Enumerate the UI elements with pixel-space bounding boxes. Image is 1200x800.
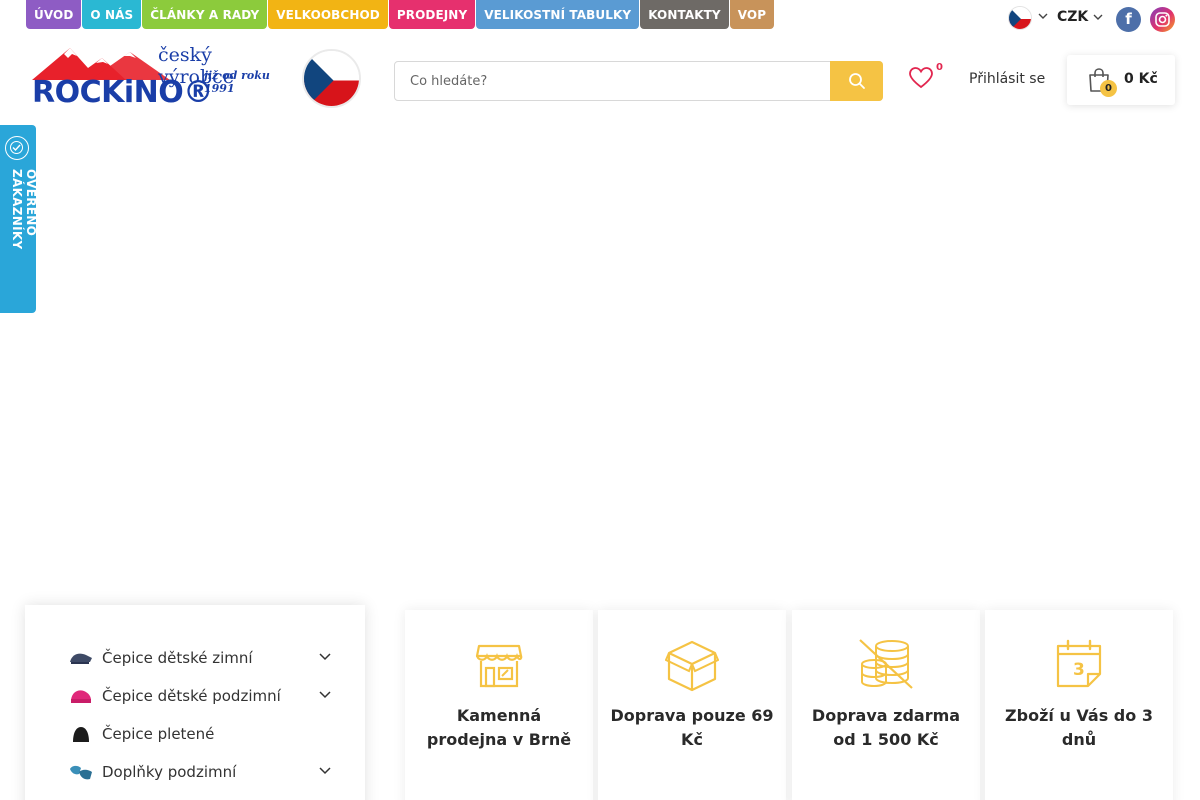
heart-icon bbox=[909, 67, 933, 89]
feature-card: Doprava pouze 69 Kč bbox=[598, 610, 786, 800]
nav-velikostni-tabulky[interactable]: VELIKOSTNÍ TABULKY bbox=[476, 0, 640, 29]
chevron-down-icon[interactable] bbox=[319, 691, 331, 699]
czech-flag-icon bbox=[1008, 6, 1032, 30]
top-navigation: ÚVOD O NÁS ČLÁNKY A RADY VELKOOBCHOD PRO… bbox=[26, 0, 775, 29]
czech-flag-badge bbox=[302, 49, 361, 108]
category-label: Čepice dětské zimní bbox=[102, 649, 253, 667]
cart-button[interactable]: 0 0 Kč bbox=[1067, 55, 1175, 105]
feature-card: 3 Zboží u Vás do 3 dnů bbox=[985, 610, 1173, 800]
login-link[interactable]: Přihlásit se bbox=[969, 71, 1045, 87]
nav-prodejny[interactable]: PRODEJNY bbox=[388, 0, 476, 29]
category-item[interactable]: Doplňky podzimní bbox=[69, 759, 331, 785]
feature-card: Doprava zdarma od 1 500 Kč bbox=[792, 610, 980, 800]
wishlist-count: 0 bbox=[936, 62, 943, 73]
currency-label: CZK bbox=[1057, 9, 1089, 25]
feature-label: Kamenná prodejna v Brně bbox=[426, 706, 572, 749]
nav-o-nas[interactable]: O NÁS bbox=[82, 0, 142, 29]
nav-vop[interactable]: VOP bbox=[729, 0, 775, 29]
feature-label: Zboží u Vás do 3 dnů bbox=[1005, 706, 1153, 749]
search-icon bbox=[848, 73, 865, 89]
knit-hat-icon bbox=[73, 727, 89, 742]
facebook-icon[interactable]: f bbox=[1116, 7, 1141, 32]
category-label: Čepice dětské podzimní bbox=[102, 687, 281, 705]
search-input[interactable] bbox=[395, 62, 831, 100]
search-bar bbox=[394, 61, 883, 101]
chevron-down-icon[interactable] bbox=[319, 653, 331, 661]
category-label: Čepice pletené bbox=[102, 725, 215, 743]
cart-count-badge: 0 bbox=[1100, 80, 1117, 97]
autumn-hat-icon bbox=[71, 690, 91, 703]
language-selector[interactable] bbox=[1008, 6, 1048, 30]
site-logo[interactable]: ROCKiNO® český výrobce již od roku 1991 bbox=[30, 42, 290, 114]
winter-hat-icon bbox=[70, 653, 92, 664]
svg-text:3: 3 bbox=[1073, 660, 1085, 680]
chevron-down-icon bbox=[1038, 13, 1048, 23]
store-icon bbox=[475, 644, 523, 688]
accessories-icon bbox=[70, 765, 92, 780]
category-menu: Čepice dětské zimní Čepice dětské podzim… bbox=[25, 605, 365, 800]
category-item[interactable]: Čepice dětské zimní bbox=[69, 645, 331, 671]
feature-card: Kamenná prodejna v Brně bbox=[405, 610, 593, 800]
nav-uvod[interactable]: ÚVOD bbox=[26, 0, 82, 29]
category-item[interactable]: Čepice dětské podzimní bbox=[69, 683, 331, 709]
feature-label: Doprava zdarma od 1 500 Kč bbox=[811, 706, 961, 749]
nav-kontakty[interactable]: KONTAKTY bbox=[640, 0, 729, 29]
wishlist-button[interactable] bbox=[908, 66, 934, 94]
category-item[interactable]: Čepice pletené bbox=[69, 721, 329, 747]
instagram-icon[interactable] bbox=[1150, 7, 1175, 32]
nav-velkoobchod[interactable]: VELKOOBCHOD bbox=[268, 0, 388, 29]
verified-badge-icon bbox=[5, 136, 29, 160]
chevron-down-icon[interactable] bbox=[319, 767, 331, 775]
nav-clanky-a-rady[interactable]: ČLÁNKY A RADY bbox=[142, 0, 268, 29]
calendar-icon: 3 bbox=[1056, 639, 1102, 688]
search-button[interactable] bbox=[830, 61, 883, 101]
verified-by-customers-tab[interactable]: OVĚŘENO ZÁKAZNÍKY bbox=[0, 125, 38, 313]
chevron-down-icon bbox=[1093, 9, 1103, 25]
verified-label: OVĚŘENO ZÁKAZNÍKY bbox=[10, 169, 38, 250]
cart-total: 0 Kč bbox=[1124, 71, 1158, 87]
logo-since: již od roku 1991 bbox=[204, 69, 270, 95]
category-label: Doplňky podzimní bbox=[102, 763, 237, 781]
box-icon bbox=[665, 640, 719, 692]
coins-icon bbox=[859, 639, 913, 689]
currency-selector[interactable]: CZK bbox=[1057, 9, 1103, 25]
feature-label: Doprava pouze 69 Kč bbox=[610, 706, 774, 749]
